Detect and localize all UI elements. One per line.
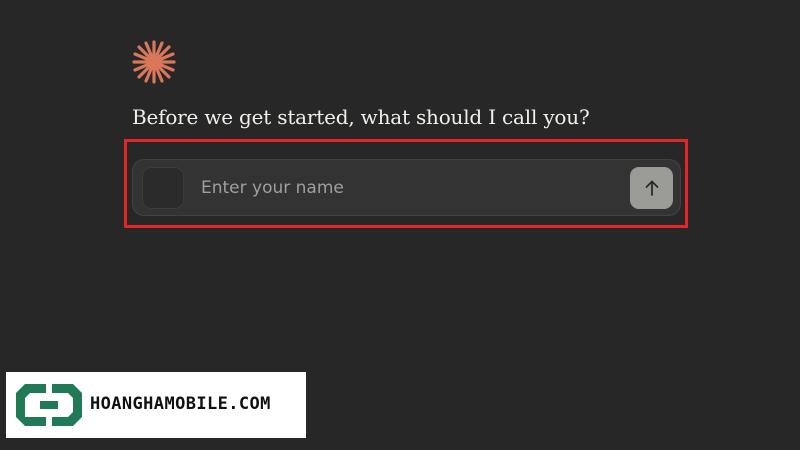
arrow-up-icon (645, 180, 658, 196)
watermark-banner: HOANGHAMOBILE.COM (6, 372, 306, 438)
name-input[interactable] (201, 168, 621, 208)
onboarding-prompt: Before we get started, what should I cal… (132, 105, 590, 129)
hoanghamobile-logo-icon (16, 384, 82, 426)
watermark-text: HOANGHAMOBILE.COM (90, 394, 271, 414)
asterisk-logo-icon (132, 40, 176, 84)
submit-button[interactable] (630, 167, 673, 209)
name-input-container (132, 159, 681, 216)
avatar-slot (142, 167, 184, 209)
